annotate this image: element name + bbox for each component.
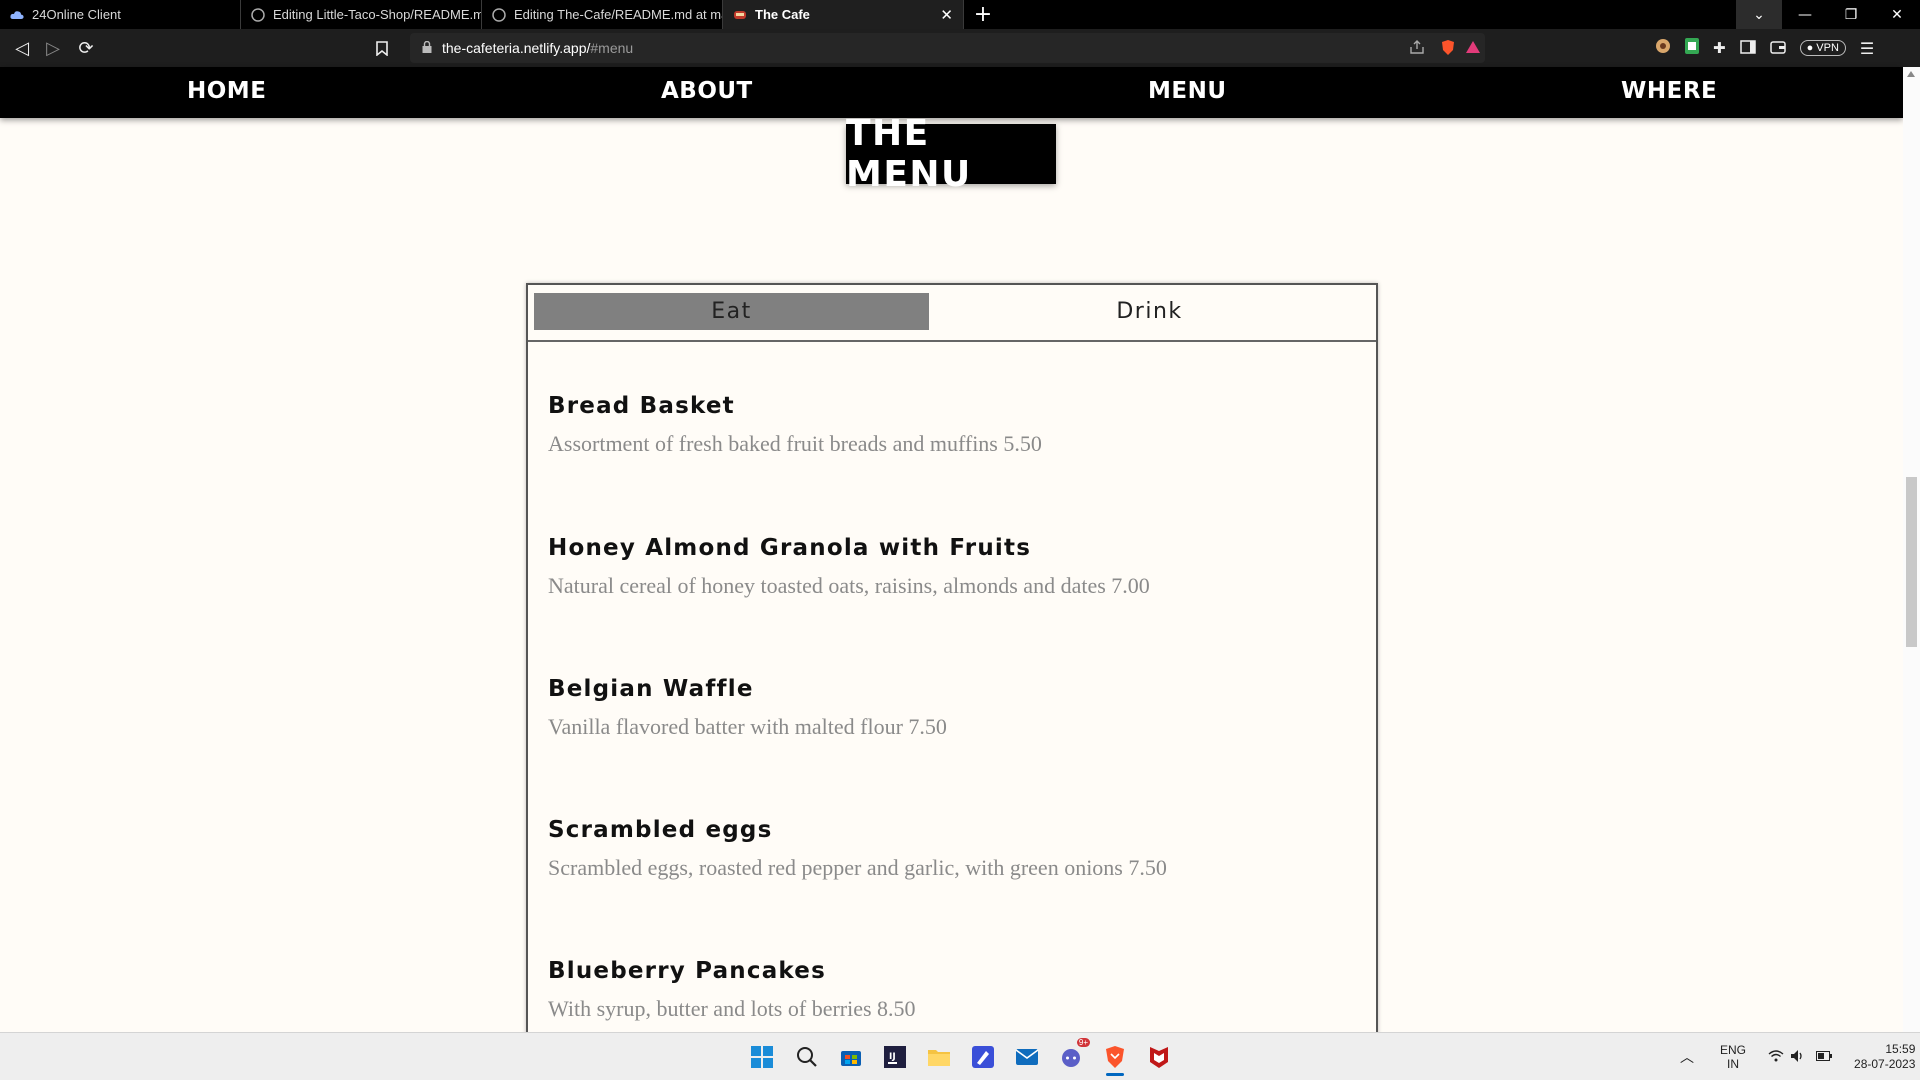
language-indicator[interactable]: ENG IN: [1720, 1043, 1746, 1071]
active-indicator: [1106, 1073, 1124, 1076]
forward-icon[interactable]: ▷: [37, 32, 69, 64]
nav-about[interactable]: ABOUT: [661, 78, 753, 104]
windows-start-icon[interactable]: [747, 1042, 777, 1072]
store-icon[interactable]: [836, 1042, 866, 1072]
menu-item: Belgian Waffle Vanilla flavored batter w…: [548, 676, 1348, 740]
taskbar: IJ 9+ ︿ ENG IN 15:59 28-07-2023: [0, 1032, 1920, 1080]
menu-item-name: Honey Almond Granola with Fruits: [548, 535, 1032, 561]
close-tab-icon[interactable]: ✕: [940, 6, 953, 24]
scrollbar-thumb[interactable]: [1906, 477, 1917, 647]
clock-date: 28-07-2023: [1854, 1057, 1916, 1071]
wallet-icon[interactable]: [1769, 39, 1786, 58]
vpn-label: VPN: [1816, 42, 1839, 54]
window-controls: ⌄ — ❐ ✕: [1736, 0, 1920, 29]
clock[interactable]: 15:59 28-07-2023: [1854, 1042, 1915, 1072]
menu-item-name: Scrambled eggs: [548, 817, 773, 843]
mcafee-icon[interactable]: [1144, 1042, 1174, 1072]
menu-item: Bread Basket Assortment of fresh baked f…: [548, 393, 1348, 457]
menu-item: Honey Almond Granola with Fruits Natural…: [548, 535, 1348, 599]
github-icon: [251, 7, 265, 22]
menu-title: THE MENU: [846, 113, 1056, 195]
chat-badge: 9+: [1076, 1038, 1090, 1047]
menu-item-name: Belgian Waffle: [548, 676, 754, 702]
brave-browser-icon[interactable]: [1100, 1042, 1130, 1076]
sheets-extension-icon[interactable]: [1685, 38, 1699, 58]
bookmark-icon[interactable]: [366, 32, 398, 64]
cloud-icon: [10, 8, 24, 22]
menu-tabs: Eat Drink: [528, 285, 1376, 342]
menu-item-description: Scrambled eggs, roasted red pepper and g…: [548, 855, 1167, 880]
menu-item: Blueberry Pancakes With syrup, butter an…: [548, 958, 1348, 1022]
browser-tab-24online[interactable]: 24Online Client: [0, 0, 241, 29]
clock-time: 15:59: [1885, 1042, 1916, 1056]
svg-text:IJ: IJ: [889, 1052, 896, 1062]
extension-icon[interactable]: [1655, 38, 1671, 58]
tab-search-icon[interactable]: ⌄: [1736, 0, 1782, 29]
tab-title: Editing Little-Taco-Shop/README.md: [273, 7, 482, 22]
jetbrains-icon[interactable]: IJ: [880, 1042, 910, 1072]
minimize-icon[interactable]: —: [1782, 0, 1828, 29]
menu-icon[interactable]: ☰: [1860, 39, 1874, 58]
menu-item-description: With syrup, butter and lots of berries 8…: [548, 996, 916, 1021]
menu-card: Eat Drink Bread Basket Assortment of fre…: [526, 283, 1378, 1043]
nav-home[interactable]: HOME: [187, 78, 266, 104]
menu-item-description: Vanilla flavored batter with malted flou…: [548, 714, 947, 739]
tab-title: 24Online Client: [32, 7, 121, 22]
system-tray: ︿ ENG IN 15:59 28-07-2023: [1680, 1033, 1915, 1080]
new-tab-button[interactable]: +: [964, 0, 1002, 29]
menu-item-description: Natural cereal of honey toasted oats, ra…: [548, 573, 1150, 598]
language-code: ENG: [1720, 1043, 1747, 1057]
browser-toolbar: ◁ ▷ ⟳ the-cafeteria.netlify.app/#menu ✚ …: [0, 29, 1920, 67]
menu-item-description: Assortment of fresh baked fruit breads a…: [548, 431, 1042, 456]
menu-item-name: Blueberry Pancakes: [548, 958, 826, 984]
extensions-area: ✚ ● VPN ☰: [1655, 29, 1874, 67]
scroll-up-icon[interactable]: [1907, 71, 1915, 77]
site-nav: HOME ABOUT MENU WHERE: [0, 67, 1903, 118]
chat-icon[interactable]: 9+: [1056, 1038, 1090, 1072]
tab-title: The Cafe: [755, 7, 810, 22]
address-bar[interactable]: the-cafeteria.netlify.app/#menu: [410, 33, 1485, 63]
file-explorer-icon[interactable]: [924, 1042, 954, 1072]
brave-rewards-icon[interactable]: [1465, 40, 1481, 57]
volume-icon[interactable]: [1790, 1049, 1806, 1066]
mail-icon[interactable]: [1012, 1042, 1042, 1072]
tab-drink[interactable]: Drink: [929, 293, 1370, 330]
puzzle-icon[interactable]: ✚: [1713, 39, 1726, 57]
menu-item-name: Bread Basket: [548, 393, 735, 419]
menu-item: Scrambled eggs Scrambled eggs, roasted r…: [548, 817, 1348, 881]
page-scrollbar[interactable]: [1903, 67, 1920, 1032]
github-icon: [492, 7, 506, 22]
cafe-icon: [733, 8, 747, 22]
tab-title: Editing The-Cafe/README.md at main: [514, 7, 723, 22]
url-path: #menu: [590, 40, 634, 56]
editor-icon[interactable]: [968, 1042, 998, 1072]
restore-icon[interactable]: ❐: [1828, 0, 1874, 29]
close-window-icon[interactable]: ✕: [1874, 0, 1920, 29]
share-icon[interactable]: [1409, 39, 1425, 58]
tab-eat[interactable]: Eat: [534, 293, 929, 330]
search-icon[interactable]: [792, 1042, 822, 1072]
sidebar-icon[interactable]: [1739, 39, 1756, 58]
region-code: IN: [1727, 1057, 1739, 1071]
brave-shields-icon[interactable]: [1441, 39, 1455, 59]
nav-menu[interactable]: MENU: [1148, 78, 1227, 104]
lock-icon: [422, 40, 432, 56]
back-icon[interactable]: ◁: [6, 32, 38, 64]
vpn-button[interactable]: ● VPN: [1799, 40, 1846, 56]
chevron-up-icon[interactable]: ︿: [1680, 1047, 1694, 1067]
browser-tab-cafe-readme[interactable]: Editing The-Cafe/README.md at main: [482, 0, 723, 29]
reload-icon[interactable]: ⟳: [70, 32, 102, 64]
battery-icon[interactable]: [1816, 1050, 1833, 1064]
browser-tab-the-cafe[interactable]: The Cafe ✕: [723, 0, 964, 29]
nav-where[interactable]: WHERE: [1621, 78, 1717, 104]
browser-tab-bar: 24Online Client Editing Little-Taco-Shop…: [0, 0, 1920, 29]
wifi-icon[interactable]: [1768, 1049, 1784, 1065]
browser-tab-taco-readme[interactable]: Editing Little-Taco-Shop/README.md: [241, 0, 482, 29]
url-host: the-cafeteria.netlify.app/: [442, 40, 591, 56]
